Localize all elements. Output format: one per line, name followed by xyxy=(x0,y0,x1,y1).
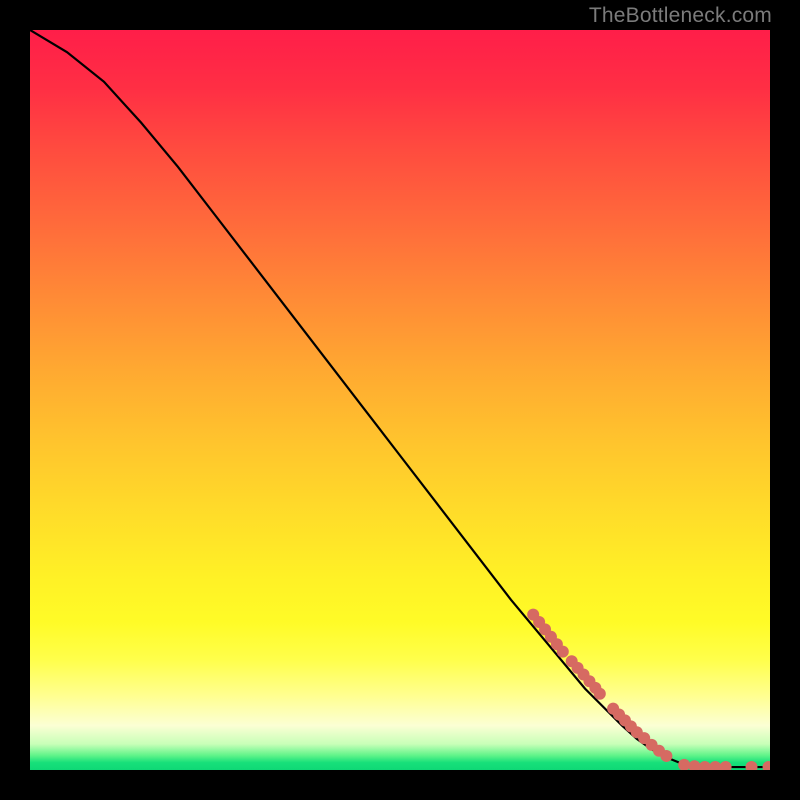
data-marker xyxy=(660,750,672,762)
data-marker xyxy=(678,759,690,770)
curve-line xyxy=(30,30,770,767)
chart-stage: TheBottleneck.com xyxy=(0,0,800,800)
data-marker xyxy=(557,646,569,658)
data-marker xyxy=(763,761,770,770)
data-marker xyxy=(689,760,701,770)
data-marker xyxy=(746,761,758,770)
data-marker xyxy=(699,761,711,770)
data-marker xyxy=(720,761,732,770)
marker-group xyxy=(527,609,770,770)
data-marker xyxy=(709,761,721,770)
watermark-text: TheBottleneck.com xyxy=(589,4,772,28)
plot-area xyxy=(30,30,770,770)
chart-svg xyxy=(30,30,770,770)
data-marker xyxy=(594,688,606,700)
